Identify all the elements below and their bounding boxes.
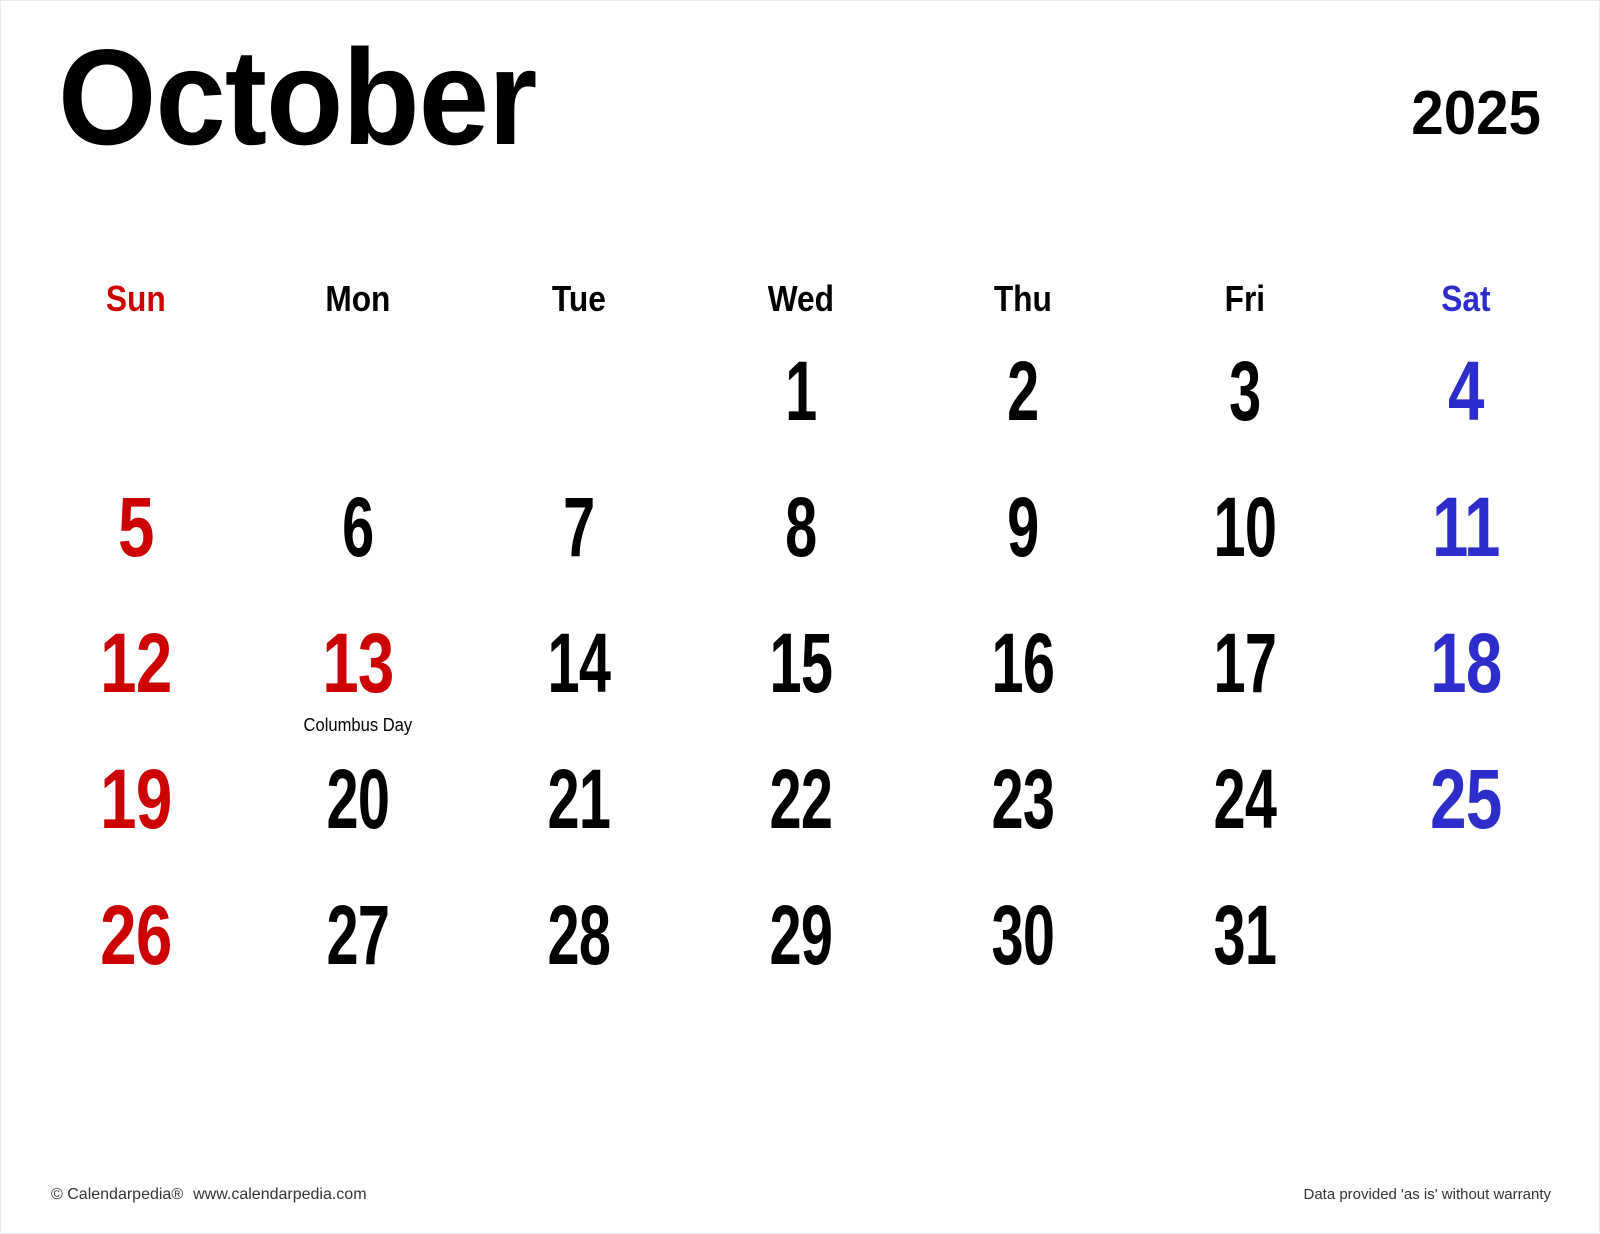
day-cell-18[interactable]: 18 [1355, 603, 1577, 739]
day-cell-empty [25, 331, 247, 467]
day-cell-2[interactable]: 2 [925, 331, 1120, 467]
footer-credit: © Calendarpedia® www.calendarpedia.com [51, 1185, 367, 1205]
day-cell-9[interactable]: 9 [925, 467, 1120, 603]
day-number: 25 [1430, 752, 1502, 846]
year-label: 2025 [1411, 79, 1541, 148]
day-number: 21 [547, 752, 611, 846]
footer-disclaimer: Data provided 'as is' without warranty [1303, 1186, 1551, 1203]
weekday-header-row: Sun Mon Tue Wed Thu Fri Sat [25, 279, 1577, 331]
calendar-page: October 2025 Sun Mon Tue Wed Thu Fri Sat 12345… [0, 0, 1600, 1234]
day-cell-empty [247, 331, 469, 467]
weekday-header-fri: Fri [1224, 278, 1265, 319]
day-number: 27 [326, 888, 389, 982]
day-cell-16[interactable]: 16 [925, 603, 1120, 739]
day-number [271, 331, 444, 343]
day-number: 7 [563, 480, 596, 574]
day-number: 28 [547, 888, 611, 982]
day-number: 20 [326, 752, 389, 846]
day-number [493, 331, 666, 343]
day-number: 2 [1007, 344, 1039, 438]
weekday-header-sun: Sun [105, 278, 166, 319]
weekday-header-mon: Mon [325, 278, 391, 319]
day-cell-7[interactable]: 7 [482, 467, 677, 603]
weekday-header-sat: Sat [1441, 278, 1491, 319]
week-row: 12 13 Columbus Day 14 15 16 17 18 [25, 603, 1577, 739]
day-cell-5[interactable]: 5 [25, 467, 247, 603]
day-number: 12 [100, 616, 172, 710]
day-cell-14[interactable]: 14 [482, 603, 677, 739]
day-cell-11[interactable]: 11 [1355, 467, 1577, 603]
copyright-label: © Calendarpedia® [51, 1186, 184, 1203]
calendar-footer: © Calendarpedia® www.calendarpedia.com Da… [1, 1185, 1599, 1207]
calendar-header: October 2025 [1, 1, 1599, 216]
day-cell-22[interactable]: 22 [703, 739, 898, 875]
day-cell-empty [468, 331, 690, 467]
day-cell-25[interactable]: 25 [1355, 739, 1577, 875]
day-number: 22 [769, 752, 833, 846]
day-number [1380, 875, 1553, 887]
day-cell-24[interactable]: 24 [1147, 739, 1342, 875]
day-number: 4 [1448, 344, 1484, 438]
day-cell-1[interactable]: 1 [703, 331, 898, 467]
day-cell-20[interactable]: 20 [260, 739, 455, 875]
calendar-weeks: 1 2 3 4 5 6 7 8 9 10 11 12 13 Columbus Day 14 15 16 17 18 1… [25, 331, 1577, 1011]
page-title: October [58, 21, 537, 173]
day-number: 11 [1432, 480, 1500, 574]
holiday-label: Columbus Day [303, 715, 412, 735]
day-number: 26 [100, 888, 172, 982]
day-number: 9 [1007, 480, 1039, 574]
week-row: 19 20 21 22 23 24 25 [25, 739, 1577, 875]
day-cell-13[interactable]: 13 Columbus Day [247, 603, 469, 739]
day-cell-10[interactable]: 10 [1147, 467, 1342, 603]
day-cell-17[interactable]: 17 [1147, 603, 1342, 739]
day-cell-29[interactable]: 29 [703, 875, 898, 1011]
day-cell-8[interactable]: 8 [703, 467, 898, 603]
day-cell-15[interactable]: 15 [703, 603, 898, 739]
day-number: 16 [991, 616, 1055, 710]
day-number: 31 [1213, 888, 1276, 982]
day-number: 18 [1430, 616, 1502, 710]
day-number: 5 [118, 480, 154, 574]
day-cell-27[interactable]: 27 [260, 875, 455, 1011]
day-number: 15 [769, 616, 833, 710]
day-number: 14 [547, 616, 611, 710]
day-number: 8 [785, 480, 817, 574]
day-cell-empty [1355, 875, 1577, 1011]
day-number: 6 [341, 480, 374, 574]
day-number: 19 [100, 752, 172, 846]
day-number: 13 [321, 616, 394, 710]
week-row: 1 2 3 4 [25, 331, 1577, 467]
day-cell-4[interactable]: 4 [1355, 331, 1577, 467]
day-number: 1 [785, 344, 817, 438]
day-cell-30[interactable]: 30 [925, 875, 1120, 1011]
day-cell-6[interactable]: 6 [260, 467, 455, 603]
weekday-header-wed: Wed [767, 278, 835, 319]
day-cell-28[interactable]: 28 [482, 875, 677, 1011]
week-row: 5 6 7 8 9 10 11 [25, 467, 1577, 603]
day-number: 29 [769, 888, 833, 982]
day-cell-23[interactable]: 23 [925, 739, 1120, 875]
day-number [49, 331, 222, 343]
day-number: 17 [1213, 616, 1276, 710]
day-cell-19[interactable]: 19 [25, 739, 247, 875]
day-cell-12[interactable]: 12 [25, 603, 247, 739]
weekday-header-thu: Thu [993, 278, 1052, 319]
day-number: 30 [991, 888, 1055, 982]
day-number: 23 [991, 752, 1055, 846]
weekday-header-tue: Tue [552, 278, 607, 319]
day-cell-26[interactable]: 26 [25, 875, 247, 1011]
week-row: 26 27 28 29 30 31 [25, 875, 1577, 1011]
day-number: 10 [1213, 480, 1276, 574]
day-cell-31[interactable]: 31 [1147, 875, 1342, 1011]
day-cell-21[interactable]: 21 [482, 739, 677, 875]
day-number: 3 [1228, 344, 1261, 438]
calendar-grid: Sun Mon Tue Wed Thu Fri Sat 1 2 3 4 5 6 7 8 9 10 11 12 13 C… [25, 279, 1577, 1011]
day-cell-3[interactable]: 3 [1147, 331, 1342, 467]
day-number: 24 [1213, 752, 1276, 846]
website-link[interactable]: www.calendarpedia.com [193, 1186, 366, 1203]
